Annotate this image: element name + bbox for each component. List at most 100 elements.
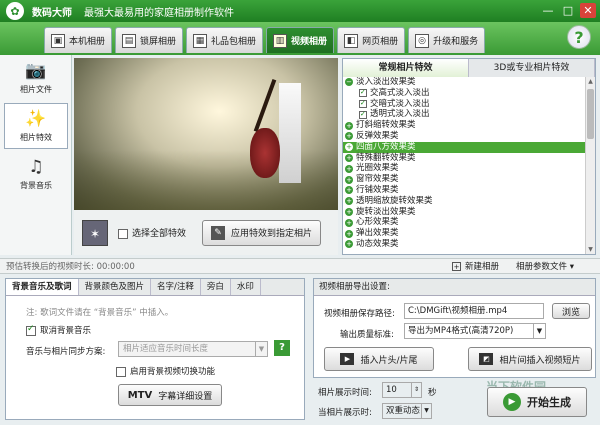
- effect-group[interactable]: + 光圈效果类: [343, 163, 585, 174]
- tab-standard-effects[interactable]: 常规相片特效: [343, 59, 469, 77]
- tab-3d-effects[interactable]: 3D或专业相片特效: [469, 59, 595, 77]
- tab-narration[interactable]: 旁白: [201, 279, 231, 295]
- expand-icon[interactable]: +: [345, 207, 353, 216]
- select-all-effects[interactable]: 选择全部特效: [118, 226, 186, 239]
- collapse-icon[interactable]: −: [345, 78, 353, 87]
- effect-label: 特殊翻转效果类: [356, 152, 416, 163]
- transition-select[interactable]: 双重动态 ▼: [382, 403, 432, 419]
- effects-scrollbar[interactable]: ▲ ▼: [585, 77, 595, 254]
- preview-image: [74, 58, 338, 210]
- effect-group[interactable]: + 行铺效果类: [343, 185, 585, 196]
- expand-icon[interactable]: +: [345, 186, 353, 195]
- nav-background-music[interactable]: ♫ 背景音乐: [0, 151, 72, 197]
- effect-group[interactable]: + 窗帘效果类: [343, 174, 585, 185]
- tab-watermark[interactable]: 水印: [231, 279, 261, 295]
- tab-upgrade-service[interactable]: ◎ 升级和服务: [408, 27, 486, 53]
- start-generate-button[interactable]: ▶ 开始生成: [487, 387, 587, 417]
- computer-icon: ▣: [51, 33, 65, 48]
- tab-lockscreen-album[interactable]: ▤ 锁屏相册: [115, 27, 184, 53]
- effect-group[interactable]: + 四面八方效果类: [343, 141, 585, 153]
- album-param-file-menu[interactable]: 相册参数文件 ▾: [516, 260, 574, 272]
- tab-web-album[interactable]: ◧ 网页相册: [337, 27, 406, 53]
- export-settings-panel: 视频相册导出设置: 视频相册保存路径: C:\DMGift\视频相册.mp4 浏…: [313, 278, 596, 378]
- effect-group[interactable]: + 反弹效果类: [343, 131, 585, 142]
- close-button[interactable]: ✕: [580, 3, 596, 18]
- expand-icon[interactable]: +: [345, 153, 353, 162]
- apply-icon: ✎: [211, 225, 226, 240]
- tab-bg-music-lyrics[interactable]: 背景音乐及歌词: [6, 279, 79, 295]
- expand-icon[interactable]: +: [345, 240, 353, 249]
- sync-select[interactable]: 相片适应音乐时间长度 ▼: [118, 341, 268, 357]
- effect-group[interactable]: − 淡入淡出效果类: [343, 77, 585, 88]
- expand-icon[interactable]: +: [345, 132, 353, 141]
- effect-label: 透明式淡入淡出: [370, 109, 430, 120]
- effect-group[interactable]: + 动态效果类: [343, 239, 585, 250]
- expand-icon[interactable]: +: [345, 197, 353, 206]
- quality-label: 输出质量标准:: [340, 330, 394, 340]
- effect-item[interactable]: 交高式淡入淡出: [343, 87, 585, 99]
- expand-icon[interactable]: +: [345, 143, 353, 152]
- spinner-icon[interactable]: ⇕: [411, 383, 421, 397]
- expand-icon[interactable]: +: [345, 218, 353, 227]
- magic-wand-icon[interactable]: ✶: [82, 219, 108, 246]
- nav-photo-files[interactable]: 📷 相片文件: [0, 55, 72, 101]
- effect-group[interactable]: + 特殊翻转效果类: [343, 153, 585, 164]
- select-all-checkbox[interactable]: [118, 228, 128, 239]
- music-note-icon: ♫: [28, 157, 44, 177]
- browse-button[interactable]: 浏览: [552, 303, 590, 319]
- expand-icon[interactable]: +: [345, 121, 353, 130]
- tab-local-album[interactable]: ▣ 本机相册: [44, 27, 113, 53]
- nav-photo-effects[interactable]: ✨ 相片特效: [4, 103, 68, 149]
- film-icon: ▥: [273, 33, 288, 48]
- tab-gift-album[interactable]: ▦ 礼品包相册: [186, 27, 264, 53]
- left-nav: 📷 相片文件 ✨ 相片特效 ♫ 背景音乐: [0, 55, 72, 255]
- effect-checkbox[interactable]: [359, 98, 367, 109]
- cancel-bg-music-option[interactable]: 取消背景音乐: [26, 324, 91, 336]
- help-button[interactable]: ?: [567, 25, 591, 49]
- effect-group[interactable]: + 透明缩放旋转效果类: [343, 196, 585, 207]
- scroll-down-icon[interactable]: ▼: [586, 245, 595, 254]
- effect-item[interactable]: 透明式淡入淡出: [343, 109, 585, 120]
- quality-select[interactable]: 导出为MP4格式(高清720P) ▼: [404, 323, 546, 339]
- effect-group[interactable]: + 旋转淡出效果类: [343, 207, 585, 218]
- maximize-button[interactable]: □: [560, 3, 576, 18]
- insert-video-button[interactable]: ◩ 相片间插入视频短片: [468, 347, 592, 371]
- new-album-icon: +: [452, 261, 461, 271]
- sparkle-icon: ✨: [25, 109, 47, 129]
- effect-group[interactable]: + 心形效果类: [343, 217, 585, 228]
- tab-video-album[interactable]: ▥ 视频相册: [266, 27, 335, 53]
- scroll-up-icon[interactable]: ▲: [586, 77, 595, 86]
- new-album-button[interactable]: + 新建相册: [452, 260, 499, 272]
- save-path-input[interactable]: C:\DMGift\视频相册.mp4: [404, 303, 544, 319]
- subtitle-settings-button[interactable]: MTV 字幕详细设置: [118, 384, 222, 406]
- cancel-bg-music-checkbox[interactable]: [26, 324, 36, 336]
- effect-checkbox[interactable]: [359, 109, 367, 120]
- effect-label: 打斜缩转效果类: [356, 120, 416, 131]
- export-title: 视频相册导出设置:: [314, 279, 595, 296]
- main-tabs: ▣ 本机相册 ▤ 锁屏相册 ▦ 礼品包相册 ▥ 视频相册 ◧ 网页相册 ◎ 升级和服务: [44, 27, 486, 53]
- display-time-input[interactable]: 10 ⇕: [382, 382, 422, 398]
- web-icon: ◧: [344, 33, 359, 48]
- chevron-down-icon: ▼: [255, 342, 267, 356]
- bg-video-switch-checkbox[interactable]: [116, 366, 126, 377]
- insert-clip-button[interactable]: ▶ 插入片头/片尾: [324, 347, 434, 371]
- effect-item[interactable]: 交暗式淡入淡出: [343, 98, 585, 110]
- app-name: 数码大师: [32, 7, 72, 19]
- expand-icon[interactable]: +: [345, 164, 353, 173]
- effect-group[interactable]: + 弹出效果类: [343, 228, 585, 239]
- gift-icon: ▦: [193, 33, 208, 48]
- video-insert-icon: ◩: [479, 353, 494, 365]
- effect-checkbox[interactable]: [359, 87, 367, 98]
- scroll-thumb[interactable]: [587, 89, 594, 139]
- expand-icon[interactable]: +: [345, 229, 353, 238]
- tab-name-notes[interactable]: 名字/注释: [151, 279, 201, 295]
- bg-video-switch-option[interactable]: 启用背景视频切换功能: [116, 365, 215, 377]
- sync-help-button[interactable]: ?: [274, 340, 290, 356]
- apply-effect-button[interactable]: ✎ 应用特效到指定相片: [202, 219, 322, 246]
- minimize-button[interactable]: —: [540, 3, 556, 18]
- expand-icon[interactable]: +: [345, 175, 353, 184]
- tab-bg-color-image[interactable]: 背景颜色及图片: [79, 279, 152, 295]
- app-slogan: 最强大最易用的家庭相册制作软件: [84, 7, 234, 19]
- effect-group[interactable]: + 打斜缩转效果类: [343, 120, 585, 131]
- effect-label: 反弹效果类: [356, 130, 399, 141]
